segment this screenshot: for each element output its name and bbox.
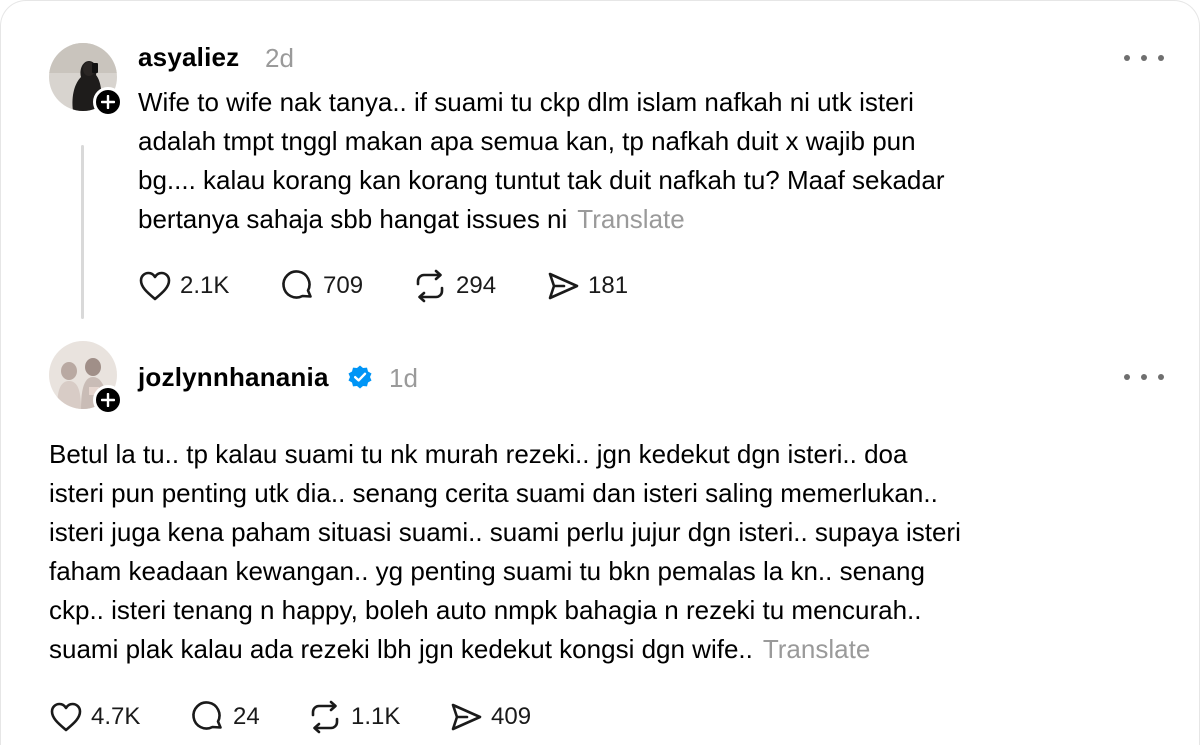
post-line: ckp.. isteri tenang n happy, boleh auto … (49, 595, 922, 625)
share-button[interactable]: 181 (546, 266, 628, 306)
post-line: isteri juga kena paham situasi suami.. s… (49, 517, 961, 547)
avatar[interactable] (49, 341, 123, 415)
repost-icon (311, 700, 339, 734)
follow-button[interactable] (93, 87, 123, 117)
username[interactable]: asyaliez (138, 42, 239, 73)
post-line: isteri pun penting utk dia.. senang ceri… (49, 478, 938, 508)
action-bar: 4.7K 24 1.1K 409 (49, 697, 649, 737)
repost-count: 294 (456, 272, 497, 299)
like-count: 4.7K (91, 703, 141, 730)
follow-button[interactable] (93, 385, 123, 415)
avatar[interactable] (49, 43, 123, 117)
post-line: Wife to wife nak tanya.. if suami tu ckp… (138, 87, 914, 117)
like-button[interactable]: 4.7K (49, 697, 140, 737)
action-bar: 2.1K 709 294 181 (138, 266, 738, 306)
reply-count: 24 (233, 703, 260, 730)
heart-icon (139, 271, 171, 301)
repost-button[interactable]: 294 (412, 266, 496, 306)
reply-button[interactable]: 709 (281, 266, 363, 306)
more-icon (1124, 374, 1130, 380)
plus-icon (101, 393, 115, 407)
post-line: suami plak kalau ada rezeki lbh jgn kede… (49, 634, 753, 664)
thread-line (81, 145, 84, 319)
post-body: Betul la tu.. tp kalau suami tu nk murah… (49, 435, 961, 669)
post-line: adalah tmpt tnggl makan apa semua kan, t… (138, 126, 916, 156)
timestamp[interactable]: 2d (265, 43, 294, 74)
translate-link[interactable]: Translate (763, 634, 870, 664)
heart-icon (50, 702, 82, 732)
username[interactable]: jozlynnhanania (138, 362, 329, 393)
more-options-button[interactable] (1124, 48, 1164, 68)
post-line: Betul la tu.. tp kalau suami tu nk murah… (49, 439, 908, 469)
reply-count: 709 (323, 272, 364, 299)
post-line: faham keadaan kewangan.. yg penting suam… (49, 556, 925, 586)
more-icon (1124, 55, 1130, 61)
post-body: Wife to wife nak tanya.. if suami tu ckp… (138, 83, 945, 239)
timestamp[interactable]: 1d (389, 363, 418, 394)
more-options-button[interactable] (1124, 367, 1164, 387)
more-icon-dot (1158, 55, 1164, 61)
verified-badge-icon (348, 365, 372, 389)
more-icon-dot (1158, 374, 1164, 380)
more-icon-dot (1141, 374, 1147, 380)
send-icon (548, 272, 579, 300)
like-count: 2.1K (180, 272, 230, 299)
post-line: bertanya sahaja sbb hangat issues ni (138, 204, 568, 234)
share-count: 181 (588, 272, 629, 299)
post-line: bg.... kalau korang kan korang tuntut ta… (138, 165, 945, 195)
post-line-last: suami plak kalau ada rezeki lbh jgn kede… (49, 630, 961, 669)
share-button[interactable]: 409 (449, 697, 531, 737)
comment-icon (192, 701, 222, 730)
more-icon-dot (1141, 55, 1147, 61)
reply-button[interactable]: 24 (191, 697, 260, 737)
comment-icon (282, 270, 312, 299)
post-line-last: bertanya sahaja sbb hangat issues ni Tran… (138, 200, 945, 239)
repost-button[interactable]: 1.1K (307, 697, 400, 737)
like-button[interactable]: 2.1K (138, 266, 229, 306)
plus-icon (101, 95, 115, 109)
thread-container: asyaliez 2d Wife to wife nak tanya.. if … (0, 0, 1200, 745)
translate-link[interactable]: Translate (577, 204, 684, 234)
send-icon (451, 703, 482, 731)
repost-icon (416, 269, 444, 303)
share-count: 409 (491, 703, 532, 730)
repost-count: 1.1K (351, 703, 401, 730)
